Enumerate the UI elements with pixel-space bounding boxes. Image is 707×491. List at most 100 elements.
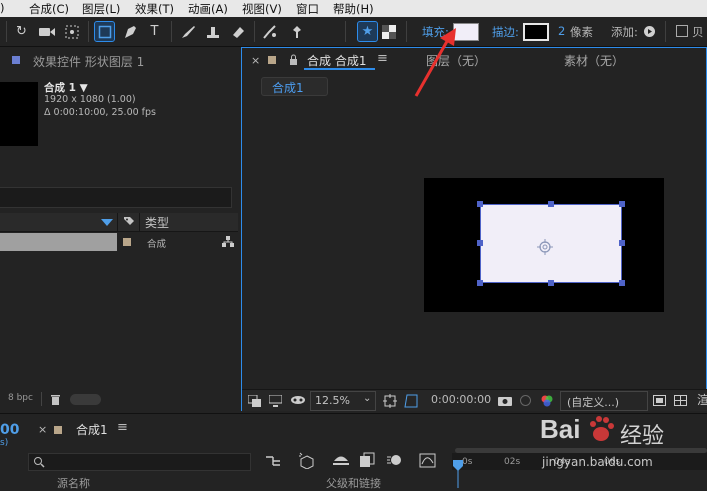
- transparency-grid-icon[interactable]: [379, 22, 398, 41]
- playhead-icon[interactable]: [452, 460, 464, 488]
- close-tab-icon[interactable]: ×: [251, 54, 260, 67]
- toolbar: ↻ T ★ 填充: 描边: 2 像素 添加: 贝: [0, 17, 707, 47]
- menu-item-help[interactable]: 帮助(H): [333, 1, 374, 17]
- lock-icon[interactable]: [289, 54, 298, 65]
- handle-top[interactable]: [548, 201, 554, 207]
- zoom-value: 12.5%: [315, 394, 350, 407]
- comp-name[interactable]: 合成 1 ▼: [44, 80, 88, 95]
- handle-top-right[interactable]: [619, 201, 625, 207]
- menu-item-effect[interactable]: 效果(T): [135, 1, 174, 17]
- work-area-bar[interactable]: [455, 448, 707, 453]
- grid-view-icon[interactable]: [674, 395, 687, 406]
- bpc-label[interactable]: 8 bpc: [8, 393, 33, 403]
- draft-3d-icon[interactable]: [298, 452, 316, 469]
- view-mode-value: (自定义...): [567, 396, 620, 409]
- project-scrollbar[interactable]: [70, 394, 101, 405]
- current-time[interactable]: 00: [0, 422, 19, 438]
- viewer-tab-footage[interactable]: 素材（无）: [564, 52, 624, 69]
- annotation-arrow-icon: [414, 28, 456, 97]
- eraser-tool-icon[interactable]: [228, 22, 247, 41]
- more-options-icon[interactable]: 渲: [697, 391, 707, 408]
- menu-item-view[interactable]: 视图(V): [242, 1, 282, 17]
- region-of-interest-icon[interactable]: [383, 394, 397, 408]
- toolbar-divider: [88, 21, 89, 42]
- pan-behind-tool-icon[interactable]: [62, 22, 81, 41]
- flowchart-icon[interactable]: [222, 236, 234, 248]
- rotate-tool-icon[interactable]: ↻: [12, 22, 31, 41]
- ruler-tick-1: 02s: [504, 457, 521, 467]
- project-search-input[interactable]: [0, 187, 232, 208]
- brush-tool-icon[interactable]: [178, 22, 197, 41]
- toolbar-divider: [254, 21, 255, 42]
- camera-tool-icon[interactable]: [37, 22, 56, 41]
- parent-link-column[interactable]: 父级和链接: [326, 475, 381, 491]
- composition-flowchart-icon[interactable]: [265, 454, 281, 468]
- handle-left[interactable]: [477, 240, 483, 246]
- source-name-column[interactable]: 源名称: [57, 475, 90, 491]
- stroke-width-value[interactable]: 2: [558, 24, 565, 38]
- tab-label-color: [268, 56, 276, 64]
- handle-bottom-right[interactable]: [619, 280, 625, 286]
- timeline-tab-menu-icon[interactable]: ≡: [117, 420, 128, 435]
- project-footer: 8 bpc: [0, 390, 240, 408]
- timeline-tab-color: [54, 426, 62, 434]
- time-ruler[interactable]: 0s 02s 04s 06s: [452, 453, 707, 470]
- column-type-header[interactable]: 类型: [145, 214, 169, 231]
- project-panel: 效果控件 形状图层 1 合成 1 ▼ 1920 x 1080 (1.00) Δ …: [0, 47, 240, 412]
- single-view-icon[interactable]: [653, 395, 666, 406]
- effect-controls-tab[interactable]: 效果控件 形状图层 1: [33, 53, 144, 70]
- row-type: 合成: [147, 239, 167, 250]
- anchor-point-icon[interactable]: [537, 239, 553, 255]
- stroke-label: 描边:: [492, 25, 519, 39]
- ruler-tick-2: 04s: [554, 457, 571, 467]
- star-icon[interactable]: ★: [357, 21, 378, 42]
- menu-item-composition[interactable]: 合成(C): [29, 1, 69, 17]
- menu-item-window[interactable]: 窗口: [296, 1, 319, 17]
- view-mode-dropdown[interactable]: (自定义...): [560, 391, 648, 411]
- graph-editor-icon[interactable]: [419, 452, 436, 468]
- close-timeline-tab-icon[interactable]: ×: [38, 423, 47, 436]
- menu-item-animation[interactable]: 动画(A): [188, 1, 228, 17]
- always-preview-icon[interactable]: [248, 395, 261, 407]
- zoom-dropdown[interactable]: 12.5% ⌄: [310, 391, 376, 411]
- clone-stamp-tool-icon[interactable]: [203, 22, 222, 41]
- color-channels-icon[interactable]: [540, 394, 554, 408]
- pen-tool-icon[interactable]: [120, 22, 139, 41]
- show-snapshot-icon[interactable]: [519, 394, 532, 407]
- current-time-sub: s): [0, 438, 9, 448]
- row-label-color: [123, 238, 131, 246]
- handle-right[interactable]: [619, 240, 625, 246]
- puppet-pin-tool-icon[interactable]: [287, 22, 306, 41]
- timeline-tab[interactable]: 合成1: [76, 421, 108, 438]
- shy-layers-icon[interactable]: [332, 453, 350, 468]
- rectangle-tool-icon[interactable]: [94, 21, 115, 42]
- viewer-control-bar: 12.5% ⌄ 0:00:00:00 (自定义...) 渲: [242, 389, 707, 411]
- motion-blur-icon[interactable]: [386, 452, 402, 468]
- comp-size: 1920 x 1080 (1.00): [44, 94, 136, 105]
- comp-breadcrumb[interactable]: 合成1: [261, 77, 328, 96]
- monitor-icon[interactable]: [269, 395, 282, 407]
- handle-bottom[interactable]: [548, 280, 554, 286]
- trash-icon[interactable]: [50, 393, 61, 405]
- guides-icon[interactable]: [404, 394, 418, 408]
- bezier-checkbox[interactable]: [676, 25, 688, 37]
- timecode-display[interactable]: 0:00:00:00: [431, 393, 491, 406]
- type-tool-icon[interactable]: T: [145, 22, 164, 41]
- project-panel-header: 效果控件 形状图层 1: [0, 47, 240, 74]
- sort-arrow-icon[interactable]: [101, 219, 113, 226]
- project-row[interactable]: 合成: [0, 233, 238, 251]
- handle-top-left[interactable]: [477, 201, 483, 207]
- label-tag-icon[interactable]: [123, 216, 135, 228]
- add-play-icon[interactable]: [644, 26, 655, 37]
- snapshot-camera-icon[interactable]: [498, 395, 512, 406]
- handle-bottom-left[interactable]: [477, 280, 483, 286]
- stroke-color-swatch[interactable]: [523, 23, 549, 41]
- frame-blending-icon[interactable]: [359, 452, 375, 468]
- viewer-tab-composition[interactable]: 合成 合成1: [307, 52, 366, 69]
- tab-menu-icon[interactable]: ≡: [377, 51, 388, 66]
- mask-visibility-icon[interactable]: [290, 395, 306, 407]
- menu-item-edge[interactable]: ): [0, 1, 5, 15]
- menu-item-layer[interactable]: 图层(L): [82, 1, 120, 17]
- roto-brush-tool-icon[interactable]: [260, 22, 279, 41]
- timeline-search-input[interactable]: [28, 453, 251, 471]
